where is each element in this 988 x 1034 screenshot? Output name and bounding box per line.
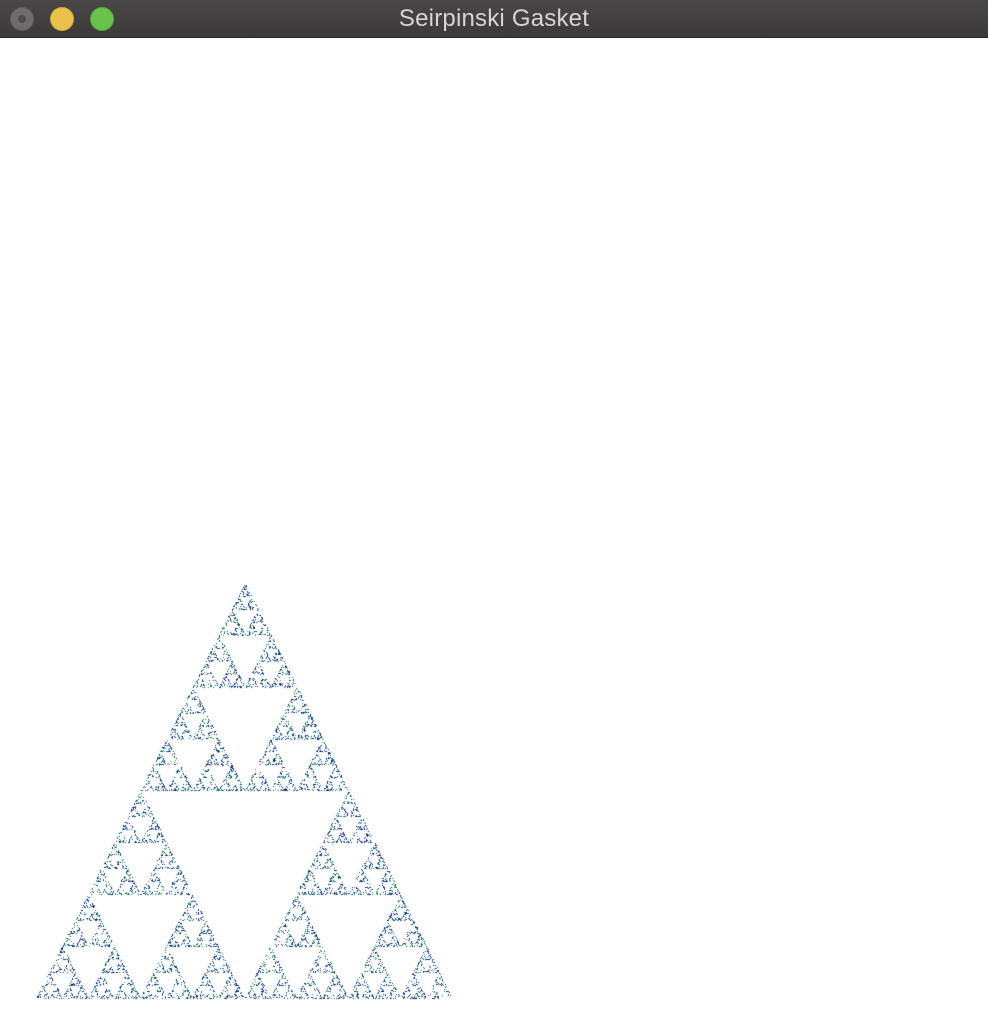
app-window: Seirpinski Gasket [0, 0, 988, 1034]
title-bar[interactable]: Seirpinski Gasket [0, 0, 988, 38]
drawing-canvas [0, 39, 988, 1034]
window-title: Seirpinski Gasket [398, 5, 590, 32]
sierpinski-gasket [0, 39, 988, 1034]
